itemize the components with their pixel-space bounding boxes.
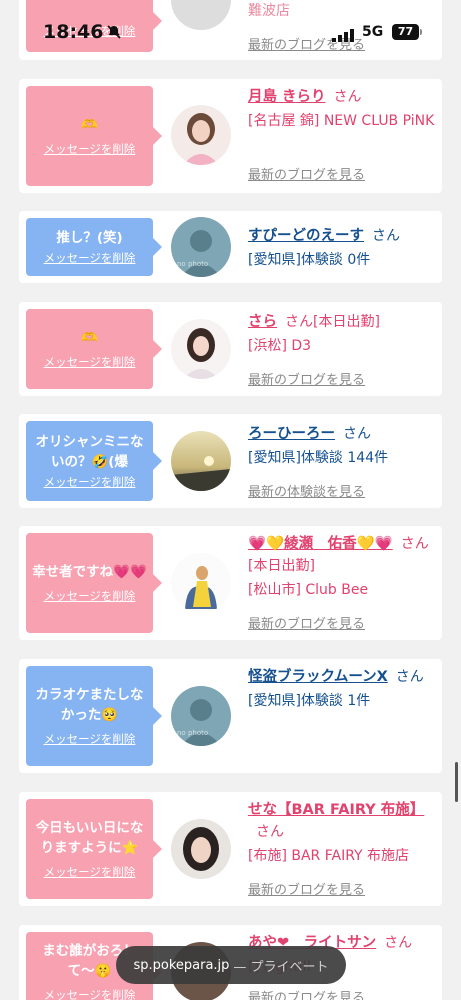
clock: 18:46: [43, 21, 104, 43]
review-count: [愛知県]体験談 144件: [248, 450, 389, 466]
honorific: さん: [333, 89, 362, 105]
status-bar: 18:46 5G 77: [0, 0, 461, 64]
message-card: 🫶 メッセージを削除 月島 きらり さん [名古屋 錦] NEW CLUB PiN…: [19, 79, 442, 193]
user-name-link[interactable]: すぴーどのえーす: [248, 228, 364, 244]
honorific: さん: [372, 228, 400, 244]
working-today-badge: [本日出勤]: [313, 314, 380, 330]
latest-review-link[interactable]: 最新の体験談を見る: [248, 481, 365, 500]
message-text: 推し？(笑): [56, 230, 123, 246]
battery-tip: [420, 29, 422, 35]
avatar[interactable]: [171, 819, 231, 879]
shop-info: [松山市] Club Bee: [248, 582, 369, 598]
message-card: 推し？(笑) メッセージを削除 no photo すぴーどのえーす さん [愛知県…: [19, 211, 442, 283]
avatar[interactable]: no photo: [171, 686, 231, 746]
latest-blog-link[interactable]: 最新のブログを見る: [248, 879, 365, 898]
user-name-link[interactable]: 月島 きらり: [248, 89, 326, 105]
message-bubble: 今日もいい日になりますように⭐ メッセージを削除: [26, 799, 162, 899]
message-card: カラオケまたしなかった🥺 メッセージを削除 no photo 怪盗ブラックムーン…: [19, 659, 442, 773]
message-bubble: 🫶 メッセージを削除: [26, 309, 162, 389]
no-photo-label: no photo: [177, 729, 208, 737]
avatar[interactable]: [171, 553, 231, 613]
honorific: さん: [384, 935, 413, 951]
message-bubble: 推し？(笑) メッセージを削除: [26, 218, 162, 276]
message-text: カラオケまたしなかった🥺: [35, 687, 144, 723]
message-text: 今日もいい日になりますように⭐: [35, 820, 144, 856]
network-type: 5G: [362, 24, 384, 40]
delete-message-link[interactable]: メッセージを削除: [44, 141, 136, 157]
latest-blog-link[interactable]: 最新のブログを見る: [248, 613, 365, 632]
honorific: さん: [285, 314, 313, 330]
honorific: さん: [256, 824, 284, 840]
user-name-link[interactable]: せな【BAR FAIRY 布施】: [248, 802, 424, 818]
silent-bell-icon: [106, 24, 122, 44]
shop-info: [布施] BAR FAIRY 布施店: [248, 848, 410, 864]
message-card: オリシャンミニないの？🤣(爆 メッセージを削除 ろーひーろー さん [愛知県]体験…: [19, 414, 442, 508]
user-name-link[interactable]: ろーひーろー: [248, 426, 335, 442]
review-count: [愛知県]体験談 1件: [248, 693, 371, 709]
message-card: 🫶 メッセージを削除 さら さん[本日出勤] [浜松] D3 最新のブログを見る: [19, 302, 442, 396]
url-host: sp.pokepara.jp: [133, 957, 230, 973]
message-bubble: オリシャンミニないの？🤣(爆 メッセージを削除: [26, 421, 162, 501]
scrollbar[interactable]: [455, 762, 458, 802]
message-bubble: 🫶 メッセージを削除: [26, 86, 162, 186]
delete-message-link[interactable]: メッセージを削除: [44, 731, 136, 747]
signal-icon: [332, 27, 354, 46]
message-bubble: 幸せ者ですね💗💗 メッセージを削除: [26, 533, 162, 633]
private-label: — プライベート: [233, 959, 329, 975]
no-photo-label: no photo: [177, 260, 208, 268]
honorific: さん: [400, 536, 429, 552]
avatar[interactable]: [171, 105, 231, 165]
message-card: 今日もいい日になりますように⭐ メッセージを削除 せな【BAR FAIRY 布施…: [19, 792, 442, 906]
shop-info: [浜松] D3: [248, 338, 312, 354]
delete-message-link[interactable]: メッセージを削除: [44, 987, 136, 1000]
avatar[interactable]: [171, 319, 231, 379]
url-bar[interactable]: sp.pokepara.jp — プライベート: [116, 946, 346, 984]
message-text: 🫶: [81, 117, 98, 133]
avatar[interactable]: [171, 431, 231, 491]
delete-message-link[interactable]: メッセージを削除: [44, 588, 136, 604]
battery-icon: 77: [392, 24, 419, 40]
delete-message-link[interactable]: メッセージを削除: [44, 354, 136, 370]
delete-message-link[interactable]: メッセージを削除: [44, 250, 136, 266]
avatar[interactable]: no photo: [171, 217, 231, 277]
user-name-link[interactable]: 怪盗ブラックムーンX: [248, 669, 388, 685]
latest-blog-link[interactable]: 最新のブログを見る: [248, 164, 365, 183]
review-count: [愛知県]体験談 0件: [248, 252, 371, 268]
shop-info: [名古屋 錦] NEW CLUB PiNK: [248, 113, 435, 129]
message-text: 幸せ者ですね💗💗: [32, 564, 147, 580]
message-text: 🫶: [81, 330, 98, 346]
user-name-link[interactable]: さら: [248, 314, 277, 330]
delete-message-link[interactable]: メッセージを削除: [44, 864, 136, 880]
message-card: 幸せ者ですね💗💗 メッセージを削除 💗💛綾瀬 佑香💛💗 さん [本日出勤] [松山市…: [19, 526, 442, 640]
working-today-badge: [本日出勤]: [248, 558, 315, 574]
honorific: さん: [343, 426, 371, 442]
message-bubble: カラオケまたしなかった🥺 メッセージを削除: [26, 666, 162, 766]
latest-blog-link[interactable]: 最新のブログを見る: [248, 369, 365, 388]
delete-message-link[interactable]: メッセージを削除: [44, 474, 136, 490]
message-text: オリシャンミニないの？🤣(爆: [35, 434, 144, 470]
user-name-link[interactable]: 💗💛綾瀬 佑香💛💗: [248, 536, 393, 552]
latest-blog-link[interactable]: 最新のブログを見る: [248, 987, 365, 1000]
honorific: さん: [395, 669, 424, 685]
